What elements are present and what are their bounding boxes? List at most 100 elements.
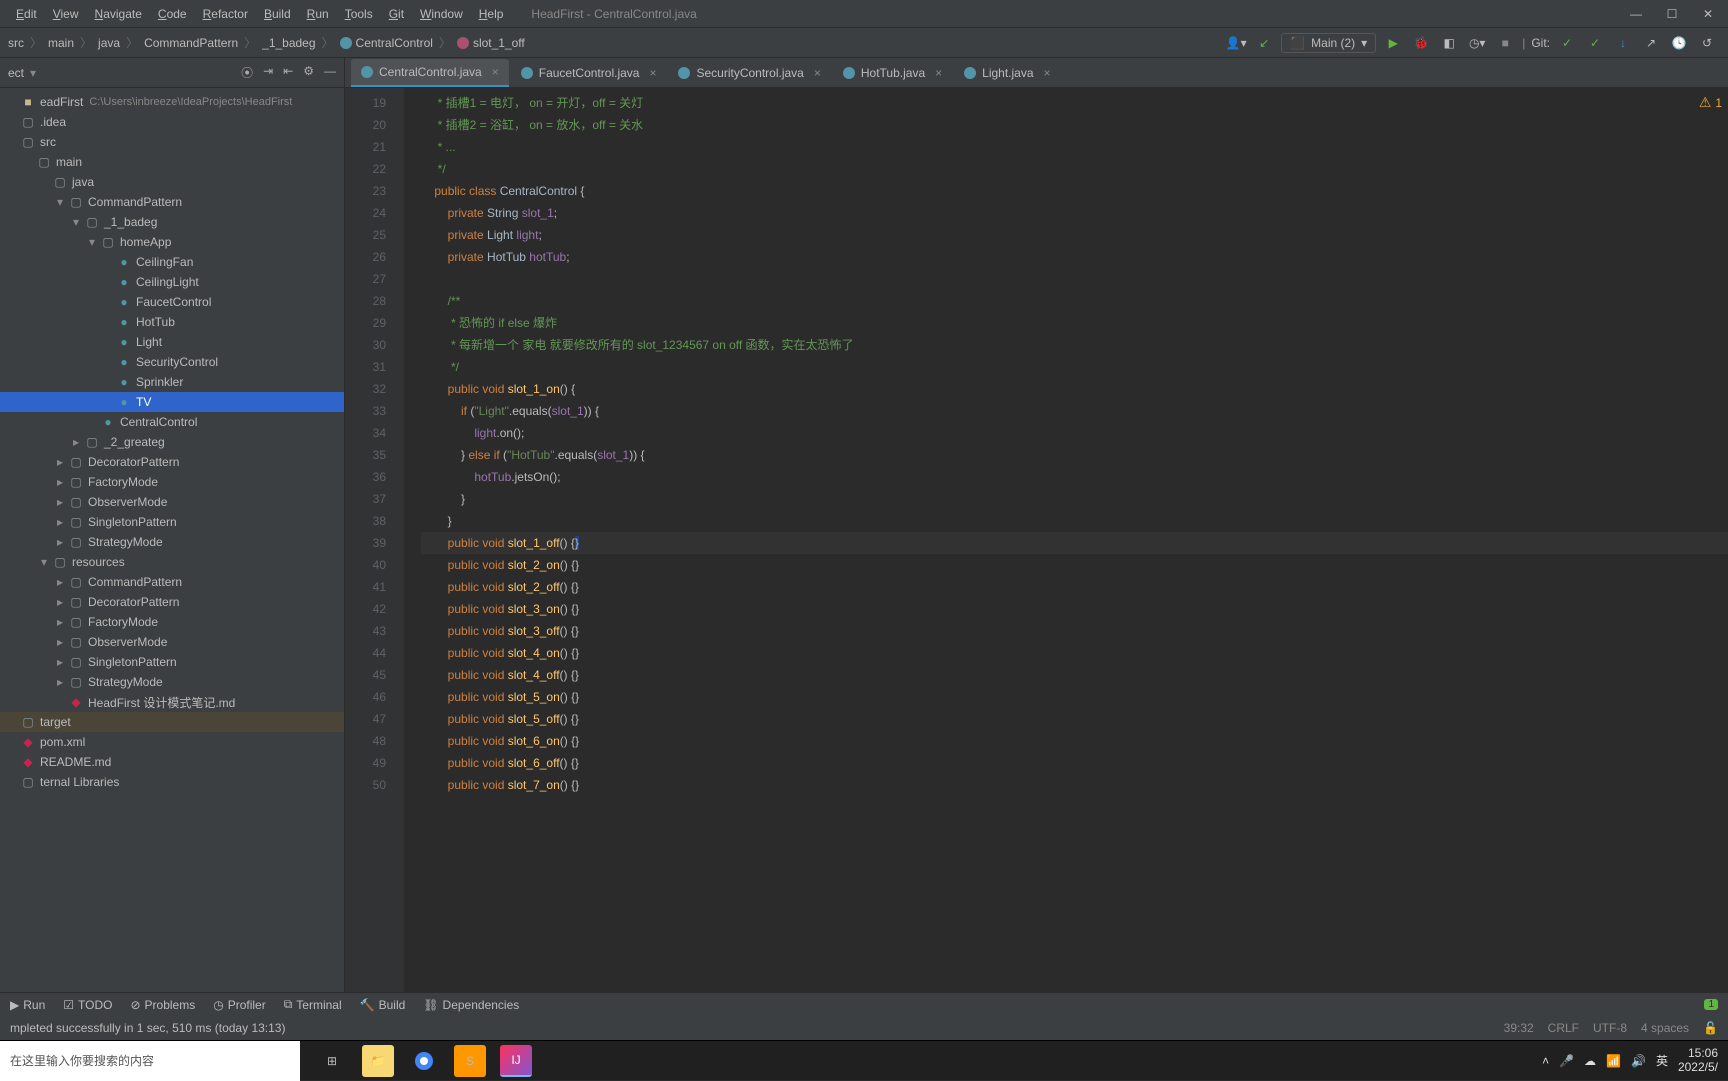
tree-node-target[interactable]: ▢target	[0, 712, 344, 732]
close-tab-icon[interactable]: ×	[649, 66, 656, 80]
clock[interactable]: 15:06 2022/5/	[1678, 1047, 1718, 1073]
git-update-icon[interactable]: ↓	[1612, 32, 1634, 54]
tree-node-java[interactable]: ▢java	[0, 172, 344, 192]
tree-node-CeilingLight[interactable]: ●CeilingLight	[0, 272, 344, 292]
source-code[interactable]: * 插槽1 = 电灯， on = 开灯，off = 关灯 * 插槽2 = 浴缸，…	[405, 88, 1728, 992]
tray-cloud-icon[interactable]: ☁	[1584, 1054, 1596, 1068]
tree-node-resources[interactable]: ▾▢resources	[0, 552, 344, 572]
breadcrumb-main[interactable]: main	[46, 36, 76, 50]
indent[interactable]: 4 spaces	[1641, 1021, 1689, 1035]
tree-node-Sprinkler[interactable]: ●Sprinkler	[0, 372, 344, 392]
close-tab-icon[interactable]: ×	[492, 65, 499, 79]
sublime-icon[interactable]: S	[454, 1045, 486, 1077]
profiler-icon[interactable]: ◷▾	[1466, 32, 1488, 54]
tree-node-homeApp[interactable]: ▾▢homeApp	[0, 232, 344, 252]
breadcrumb-CommandPattern[interactable]: CommandPattern	[142, 36, 240, 50]
tree-node-README.md[interactable]: ◆README.md	[0, 752, 344, 772]
tray-mic-icon[interactable]: 🎤	[1559, 1054, 1574, 1068]
chrome-icon[interactable]	[408, 1045, 440, 1077]
tool-tab-dependencies[interactable]: ⛓Dependencies	[423, 997, 519, 1012]
minimize-icon[interactable]: —	[1624, 7, 1648, 21]
tray-sound-icon[interactable]: 🔊	[1631, 1054, 1646, 1068]
tree-node-main[interactable]: ▢main	[0, 152, 344, 172]
tray-chevron-icon[interactable]: ˄	[1542, 1054, 1549, 1068]
menu-git[interactable]: Git	[381, 7, 412, 21]
search-input[interactable]: 在这里输入你要搜索的内容	[0, 1041, 300, 1081]
menu-code[interactable]: Code	[150, 7, 195, 21]
run-config-select[interactable]: ⬛ Main (2) ▾	[1281, 33, 1376, 53]
run-icon[interactable]: ▶	[1382, 32, 1404, 54]
git-commit-icon[interactable]: ✓	[1556, 32, 1578, 54]
breadcrumb-CentralControl[interactable]: CentralControl	[338, 36, 435, 50]
tab-Light.java[interactable]: Light.java×	[954, 59, 1060, 87]
hide-icon[interactable]: —	[324, 64, 336, 81]
git-fetch-icon[interactable]: ↗	[1640, 32, 1662, 54]
menu-refactor[interactable]: Refactor	[195, 7, 256, 21]
tree-node-FactoryMode[interactable]: ▸▢FactoryMode	[0, 612, 344, 632]
close-tab-icon[interactable]: ×	[814, 66, 821, 80]
tree-node-CommandPattern[interactable]: ▾▢CommandPattern	[0, 192, 344, 212]
close-tab-icon[interactable]: ×	[1044, 66, 1051, 80]
tree-node-SingletonPattern[interactable]: ▸▢SingletonPattern	[0, 652, 344, 672]
breadcrumb-src[interactable]: src	[6, 36, 26, 50]
debug-icon[interactable]: 🐞	[1410, 32, 1432, 54]
coverage-icon[interactable]: ◧	[1438, 32, 1460, 54]
warning-icon[interactable]: ⚠ 1	[1699, 94, 1722, 111]
menu-help[interactable]: Help	[471, 7, 512, 21]
tree-node-HeadFirst 设计模式笔记.md[interactable]: ◆HeadFirst 设计模式笔记.md	[0, 692, 344, 712]
chevron-down-icon[interactable]: ▾	[30, 66, 36, 80]
git-history-icon[interactable]: 🕓	[1668, 32, 1690, 54]
tree-node-ternal Libraries[interactable]: ▢ternal Libraries	[0, 772, 344, 792]
tool-tab-terminal[interactable]: ⧉Terminal	[284, 997, 342, 1012]
tree-node-ObserverMode[interactable]: ▸▢ObserverMode	[0, 632, 344, 652]
tool-tab-todo[interactable]: ☑TODO	[63, 997, 112, 1012]
tab-FaucetControl.java[interactable]: FaucetControl.java×	[511, 59, 667, 87]
collapse-icon[interactable]: ⇤	[283, 64, 293, 81]
maximize-icon[interactable]: ☐	[1660, 7, 1684, 21]
tool-tab-build[interactable]: 🔨Build	[360, 997, 406, 1012]
tree-node-.idea[interactable]: ▢.idea	[0, 112, 344, 132]
breadcrumb-_1_badeg[interactable]: _1_badeg	[260, 36, 317, 50]
caret-pos[interactable]: 39:32	[1504, 1021, 1534, 1035]
stop-icon[interactable]: ■	[1494, 32, 1516, 54]
tray-wifi-icon[interactable]: 📶	[1606, 1054, 1621, 1068]
tree-node-StrategyMode[interactable]: ▸▢StrategyMode	[0, 672, 344, 692]
breadcrumb-java[interactable]: java	[96, 36, 122, 50]
menu-edit[interactable]: Edit	[8, 7, 45, 21]
encoding[interactable]: UTF-8	[1593, 1021, 1627, 1035]
git-rollback-icon[interactable]: ↺	[1696, 32, 1718, 54]
tool-tab-run[interactable]: ▶Run	[10, 997, 45, 1012]
tab-SecurityControl.java[interactable]: SecurityControl.java×	[668, 59, 830, 87]
tree-node-DecoratorPattern[interactable]: ▸▢DecoratorPattern	[0, 592, 344, 612]
readonly-icon[interactable]: 🔓	[1703, 1021, 1718, 1035]
tree-node-StrategyMode[interactable]: ▸▢StrategyMode	[0, 532, 344, 552]
git-push-icon[interactable]: ✓	[1584, 32, 1606, 54]
tree-node-TV[interactable]: ●TV	[0, 392, 344, 412]
target-icon[interactable]: ⦿	[241, 64, 253, 81]
tree-node-pom.xml[interactable]: ◆pom.xml	[0, 732, 344, 752]
close-tab-icon[interactable]: ×	[935, 66, 942, 80]
tree-node-eadFirst[interactable]: ■eadFirstC:\Users\inbreeze\IdeaProjects\…	[0, 92, 344, 112]
line-sep[interactable]: CRLF	[1548, 1021, 1579, 1035]
tree-node-FactoryMode[interactable]: ▸▢FactoryMode	[0, 472, 344, 492]
tool-tab-profiler[interactable]: ◷Profiler	[213, 997, 266, 1012]
tree-node-Light[interactable]: ●Light	[0, 332, 344, 352]
tree-node-DecoratorPattern[interactable]: ▸▢DecoratorPattern	[0, 452, 344, 472]
tree-node-HotTub[interactable]: ●HotTub	[0, 312, 344, 332]
menu-navigate[interactable]: Navigate	[87, 7, 150, 21]
tree-node-CommandPattern[interactable]: ▸▢CommandPattern	[0, 572, 344, 592]
tool-tab-problems[interactable]: ⊘Problems	[130, 997, 195, 1012]
menu-window[interactable]: Window	[412, 7, 471, 21]
tree-node-src[interactable]: ▢src	[0, 132, 344, 152]
tree-node-CeilingFan[interactable]: ●CeilingFan	[0, 252, 344, 272]
line-gutter[interactable]: 1920212223242526272829303132333435363738…	[345, 88, 405, 992]
add-user-icon[interactable]: 👤▾	[1225, 32, 1247, 54]
tree-node-ObserverMode[interactable]: ▸▢ObserverMode	[0, 492, 344, 512]
menu-run[interactable]: Run	[299, 7, 337, 21]
project-tree[interactable]: ■eadFirstC:\Users\inbreeze\IdeaProjects\…	[0, 88, 344, 992]
project-tool-label[interactable]: ect	[8, 66, 24, 80]
tree-node-_1_badeg[interactable]: ▾▢_1_badeg	[0, 212, 344, 232]
tree-node-SingletonPattern[interactable]: ▸▢SingletonPattern	[0, 512, 344, 532]
back-arrow-icon[interactable]: ↙	[1253, 32, 1275, 54]
breadcrumb-slot_1_off[interactable]: slot_1_off	[455, 36, 527, 50]
